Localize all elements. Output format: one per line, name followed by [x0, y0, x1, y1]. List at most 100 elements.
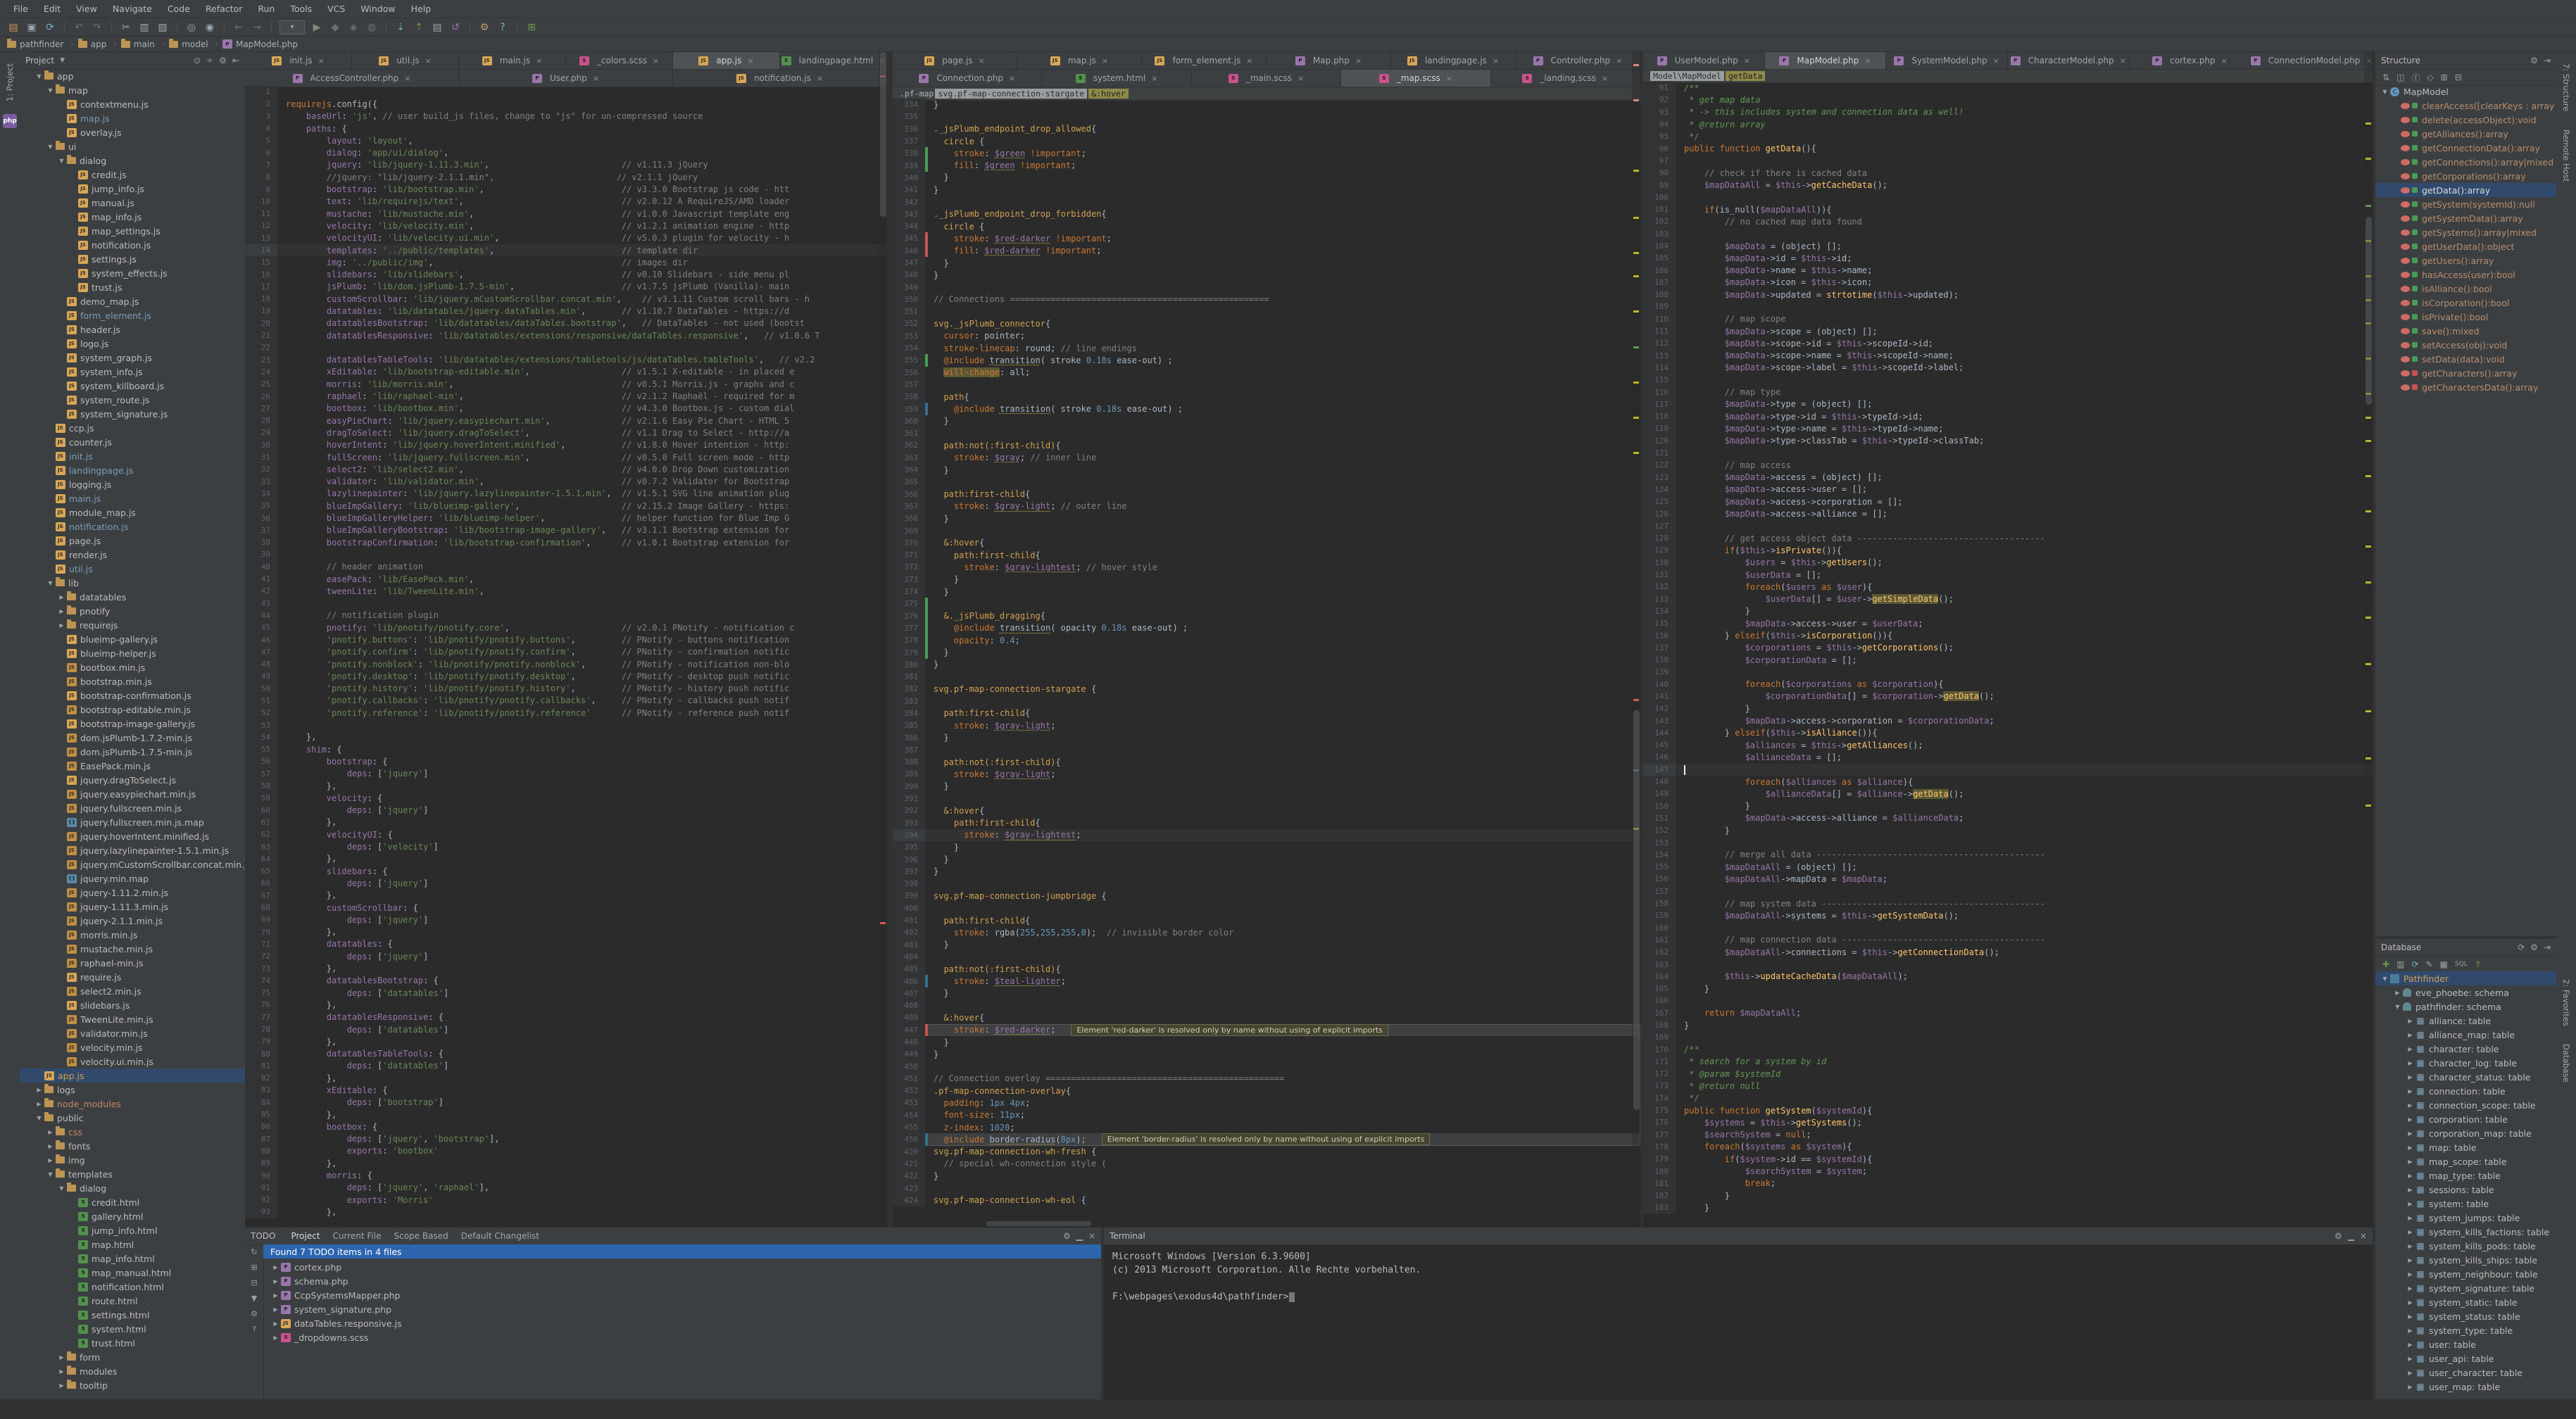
line-number[interactable]: 118	[1643, 410, 1676, 422]
line-number[interactable]: 6	[245, 146, 277, 158]
db-table-user_api[interactable]: ▶▦user_api: table	[2375, 1351, 2556, 1366]
tree-collapsed-icon[interactable]: ▶	[2406, 1060, 2414, 1066]
line-number[interactable]: 374	[893, 586, 925, 598]
tree-item-img[interactable]: ▶img	[20, 1153, 245, 1167]
line-number[interactable]: 173	[1643, 1080, 1676, 1092]
line-number[interactable]: 35	[245, 500, 277, 512]
gear-icon[interactable]: ⚙	[2335, 1231, 2342, 1241]
table-icon[interactable]: ▦	[2440, 959, 2448, 969]
line-number[interactable]: 182	[1643, 1190, 1676, 1202]
tab-landingpage.html[interactable]: 5landingpage.html×	[780, 52, 887, 69]
todo-file-dataTables.responsive.js[interactable]: ▶JSdataTables.responsive.js	[263, 1316, 1101, 1330]
tree-collapsed-icon[interactable]: ▶	[58, 1382, 65, 1389]
line-number[interactable]: 155	[1643, 861, 1676, 873]
db-schema-pathfinder[interactable]: ▼pathfinder: schema	[2375, 999, 2556, 1014]
copy-icon[interactable]: ▥	[2396, 959, 2404, 969]
tree-collapsed-icon[interactable]: ▶	[2406, 1018, 2414, 1024]
close-icon[interactable]: ×	[1088, 1231, 1095, 1241]
line-number[interactable]: 27	[245, 403, 277, 415]
tree-item-form_element.js[interactable]: JSform_element.js	[20, 308, 245, 322]
line-number[interactable]: 150	[1643, 800, 1676, 812]
line-number[interactable]: 448	[893, 1036, 925, 1048]
line-number[interactable]: 16	[245, 268, 277, 280]
structure-item-setData[interactable]: setData(data):void	[2375, 352, 2556, 366]
tree-item-overlay.js[interactable]: JSoverlay.js	[20, 125, 245, 139]
php-tool-icon[interactable]: php	[3, 114, 17, 128]
line-number[interactable]: 424	[893, 1194, 925, 1206]
tree-item-map_info.js[interactable]: JSmap_info.js	[20, 210, 245, 224]
tree-collapsed-icon[interactable]: ▶	[58, 1354, 65, 1361]
db-table-character[interactable]: ▶▦character: table	[2375, 1042, 2556, 1056]
line-number[interactable]: 100	[1643, 191, 1676, 203]
line-number[interactable]: 30	[245, 439, 277, 451]
line-number[interactable]: 41	[245, 573, 277, 585]
line-number[interactable]: 146	[1643, 751, 1676, 763]
line-number[interactable]: 400	[893, 902, 925, 914]
back-icon[interactable]: ←	[230, 20, 247, 35]
tree-item-app.js[interactable]: JSapp.js	[20, 1068, 245, 1083]
tree-collapsed-icon[interactable]: ▶	[2406, 1271, 2414, 1278]
tree-collapsed-icon[interactable]: ▶	[2406, 1285, 2414, 1292]
line-number[interactable]: 93	[245, 1206, 277, 1218]
tree-collapsed-icon[interactable]: ▶	[2406, 1187, 2414, 1193]
tree-item-logs[interactable]: ▶logs	[20, 1083, 245, 1097]
tree-collapsed-icon[interactable]: ▶	[46, 1129, 54, 1135]
line-number[interactable]: 167	[1643, 1007, 1676, 1019]
line-number[interactable]: 377	[893, 622, 925, 634]
line-number[interactable]: 34	[245, 488, 277, 500]
line-number[interactable]: 42	[245, 585, 277, 597]
expand-all-icon[interactable]: ⊞	[251, 1263, 257, 1272]
line-number[interactable]: 165	[1643, 983, 1676, 995]
close-icon[interactable]: ×	[404, 74, 410, 83]
scrollbar-thumb[interactable]	[880, 52, 886, 217]
close-icon[interactable]: ×	[979, 56, 985, 65]
line-number[interactable]: 179	[1643, 1153, 1676, 1165]
db-table-system_kills_factions[interactable]: ▶▦system_kills_factions: table	[2375, 1225, 2556, 1239]
tree-item-jquery-1.11.3.min.js[interactable]: JSjquery-1.11.3.min.js	[20, 900, 245, 914]
line-number[interactable]: 160	[1643, 921, 1676, 933]
show-inherited-icon[interactable]: ◇	[2427, 72, 2433, 82]
tree-collapsed-icon[interactable]: ▶	[2406, 1327, 2414, 1334]
line-number[interactable]: 119	[1643, 422, 1676, 434]
debug-icon[interactable]: ◆	[327, 20, 344, 35]
line-number[interactable]: 144	[1643, 727, 1676, 739]
tree-expanded-icon[interactable]: ▼	[46, 144, 54, 150]
close-icon[interactable]: ×	[1864, 56, 1871, 65]
chevron-down-icon[interactable]: ▼	[60, 57, 65, 64]
db-table-corporation[interactable]: ▶▦corporation: table	[2375, 1112, 2556, 1126]
tree-item-gallery.html[interactable]: 5gallery.html	[20, 1209, 245, 1223]
tree-item-jump_info.js[interactable]: JSjump_info.js	[20, 182, 245, 196]
line-number[interactable]: 378	[893, 634, 925, 646]
undo-icon[interactable]: ↶	[70, 20, 87, 35]
tree-item-validator.min.js[interactable]: JSvalidator.min.js	[20, 1026, 245, 1040]
line-number[interactable]: 346	[893, 245, 925, 257]
breadcrumb-item-model[interactable]: model	[169, 39, 208, 49]
db-table-corporation_map[interactable]: ▶▦corporation_map: table	[2375, 1126, 2556, 1140]
line-number[interactable]: 26	[245, 390, 277, 402]
line-number[interactable]: 371	[893, 549, 925, 561]
line-number[interactable]: 373	[893, 574, 925, 586]
tree-item-map.html[interactable]: 5map.html	[20, 1237, 245, 1251]
tree-collapsed-icon[interactable]: ▶	[58, 594, 65, 600]
tree-item-EasePack.min.js[interactable]: JSEasePack.min.js	[20, 759, 245, 773]
tree-item-map_settings.js[interactable]: JSmap_settings.js	[20, 224, 245, 238]
tree-item-map_manual.html[interactable]: 5map_manual.html	[20, 1266, 245, 1280]
line-number[interactable]: 128	[1643, 532, 1676, 544]
line-number[interactable]: 111	[1643, 325, 1676, 337]
line-number[interactable]: 18	[245, 293, 277, 305]
line-number[interactable]: 28	[245, 415, 277, 427]
line-number[interactable]: 9	[245, 183, 277, 195]
tree-item-jquery.fullscreen.min.js[interactable]: JSjquery.fullscreen.min.js	[20, 801, 245, 815]
tree-collapsed-icon[interactable]: ▶	[272, 1335, 279, 1341]
line-number[interactable]: 366	[893, 488, 925, 500]
line-number[interactable]: 363	[893, 452, 925, 464]
line-number[interactable]: 84	[245, 1097, 277, 1109]
structure-item-getUserData[interactable]: getUserData():object	[2375, 239, 2556, 253]
line-number[interactable]: 78	[245, 1023, 277, 1035]
tree-item-public[interactable]: ▼public	[20, 1111, 245, 1125]
line-number[interactable]: 452	[893, 1085, 925, 1097]
profile-icon[interactable]: ◍	[363, 20, 380, 35]
line-number[interactable]: 153	[1643, 836, 1676, 848]
line-number[interactable]: 141	[1643, 690, 1676, 702]
coverage-icon[interactable]: ◈	[345, 20, 362, 35]
